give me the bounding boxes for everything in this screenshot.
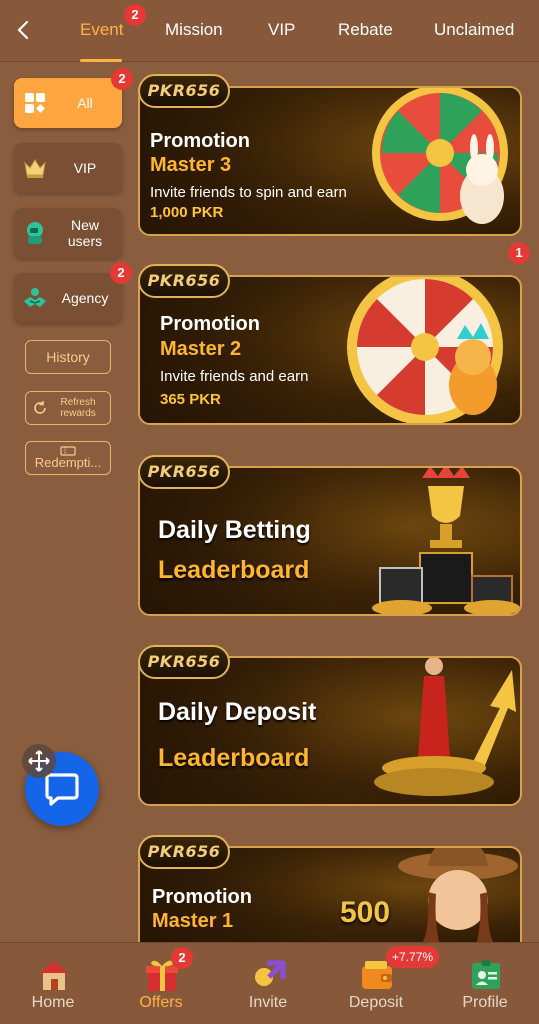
- banner-art-text: 500: [340, 896, 391, 929]
- offers-badge: 2: [171, 947, 193, 969]
- handshake-icon: [24, 288, 46, 307]
- drag-handle[interactable]: [22, 744, 56, 778]
- brand-badge: PKR656: [138, 835, 230, 869]
- banner-subtitle: Invite friends and earn: [160, 368, 309, 385]
- deposit-bonus-badge: +7.77%: [386, 946, 440, 968]
- banner-title-line1: Daily Betting: [158, 516, 311, 544]
- nav-label: Offers: [139, 994, 183, 1011]
- invite-icon: [255, 960, 286, 986]
- sidebar-item-agency[interactable]: Agency: [14, 273, 122, 323]
- banner-title-line1: Promotion: [150, 130, 250, 152]
- home-icon: [39, 961, 69, 990]
- refresh-icon: [34, 401, 46, 414]
- tab-event-badge: 2: [124, 4, 146, 26]
- nav-label: Profile: [462, 994, 508, 1011]
- chat-bubble-icon: [45, 773, 79, 806]
- cowgirl-mascot-icon: [398, 848, 518, 942]
- banner-title-line2: Leaderboard: [158, 744, 310, 772]
- sidebar-item-vip[interactable]: VIP: [14, 143, 122, 193]
- grid-icon: [25, 93, 45, 113]
- active-tab-indicator: [80, 59, 122, 62]
- top-tab-bar: Event 2 Mission VIP Rebate Unclaimed: [0, 0, 539, 62]
- nav-label: Invite: [248, 994, 288, 1011]
- sidebar-item-new-users[interactable]: New users: [14, 208, 122, 258]
- trophy-podium-icon: [372, 468, 520, 614]
- nav-label: Deposit: [348, 994, 404, 1011]
- profile-icon: [472, 960, 500, 989]
- sidebar-all-badge: 2: [111, 68, 133, 90]
- sidebar-item-label: Agency: [61, 290, 109, 306]
- tab-unclaimed[interactable]: Unclaimed: [434, 20, 514, 40]
- brand-badge: PKR656: [138, 74, 230, 108]
- leaderboard-woman-icon: [374, 658, 516, 796]
- banner-amount: 365 PKR: [160, 391, 221, 408]
- tab-event[interactable]: Event: [80, 20, 123, 40]
- tab-rebate[interactable]: Rebate: [338, 20, 393, 40]
- tab-mission[interactable]: Mission: [165, 20, 223, 40]
- banner-title-line2: Master 2: [160, 338, 242, 360]
- brand-badge: PKR656: [138, 264, 230, 298]
- prize-wheel-icon: [347, 277, 503, 423]
- nav-label: Home: [31, 994, 75, 1011]
- redemption-button[interactable]: Redempti...: [25, 441, 111, 475]
- redemption-label: Redempti...: [34, 455, 102, 470]
- banner-title-line1: Promotion: [160, 313, 260, 335]
- promo-banner-master-3[interactable]: Promotion Master 3 Invite friends to spi…: [138, 86, 522, 236]
- sidebar-agency-badge: 2: [110, 262, 132, 284]
- sidebar-item-label: VIP: [73, 160, 97, 176]
- brand-badge: PKR656: [138, 645, 230, 679]
- sidebar-item-label: All: [77, 95, 93, 111]
- banner-title-line1: Daily Deposit: [158, 698, 317, 726]
- banner-badge: 1: [508, 242, 530, 264]
- new-user-icon: [27, 222, 43, 244]
- banner-title-line2: Master 1: [152, 910, 234, 932]
- nav-invite[interactable]: Invite: [218, 943, 318, 1024]
- refresh-rewards-button[interactable]: Refresh rewards: [25, 391, 111, 425]
- history-button[interactable]: History: [25, 340, 111, 374]
- sidebar-item-all[interactable]: All: [14, 78, 122, 128]
- refresh-rewards-label: Refresh rewards: [60, 397, 96, 419]
- sidebar-item-label: New users: [67, 217, 103, 249]
- bottom-navigation: Home Offers 2 Invite Deposit Profile: [0, 942, 539, 1024]
- nav-home[interactable]: Home: [3, 943, 103, 1024]
- crown-icon: [24, 159, 46, 178]
- banner-amount: 1,000 PKR: [150, 204, 224, 221]
- banner-title-line1: Promotion: [152, 886, 252, 908]
- move-arrows-icon: [28, 750, 50, 772]
- banner-title-line2: Master 3: [150, 154, 232, 176]
- nav-profile[interactable]: Profile: [435, 943, 535, 1024]
- prize-wheel-icon: [372, 88, 508, 224]
- back-arrow-icon[interactable]: [12, 18, 36, 42]
- banner-title-line2: Leaderboard: [158, 556, 310, 584]
- banner-subtitle: Invite friends to spin and earn: [150, 184, 347, 201]
- nav-offers[interactable]: Offers: [111, 943, 211, 1024]
- brand-badge: PKR656: [138, 455, 230, 489]
- tab-vip[interactable]: VIP: [268, 20, 295, 40]
